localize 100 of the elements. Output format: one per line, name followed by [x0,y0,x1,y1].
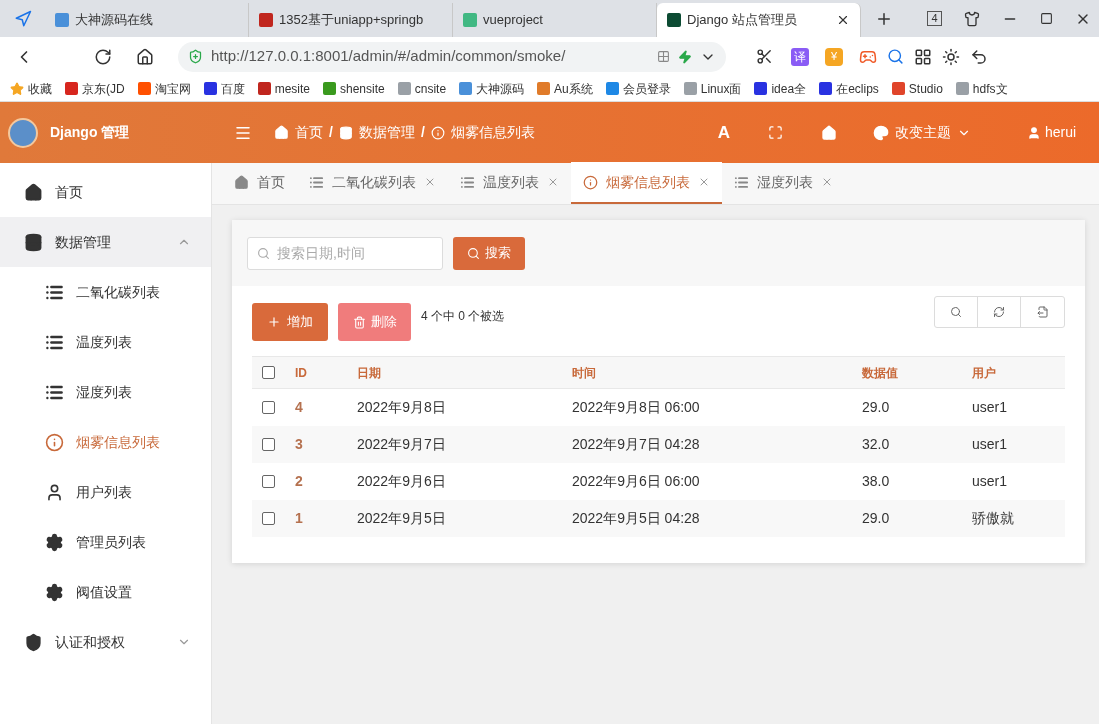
table-cell-text: 2022年9月8日 [357,398,447,417]
undo-icon[interactable] [970,47,988,66]
maximize-icon[interactable] [1040,12,1053,25]
logo-icon [8,117,38,148]
palette-icon [873,124,889,141]
grid-icon[interactable] [914,47,932,66]
home-icon [234,174,249,190]
sidebar-item[interactable]: 温度列表 [0,317,211,367]
database-icon [24,232,43,252]
bookmark[interactable]: hdfs文 [955,79,1008,98]
table-cell-text: 2022年9月5日 [357,509,447,528]
page-tab[interactable]: 首页 [222,162,297,204]
home-icon[interactable] [136,47,154,66]
list-icon [460,174,475,190]
column-header[interactable]: 用户 [972,363,1065,382]
bookmark[interactable]: Au系统 [537,79,593,98]
id-link[interactable]: 4 [295,397,357,418]
shirt-icon[interactable] [964,10,980,27]
sidebar-item[interactable]: 首页 [0,167,211,217]
sidebar-item[interactable]: 二氧化碳列表 [0,267,211,317]
column-header[interactable]: 日期 [357,363,572,382]
table-cell-text: 38.0 [862,472,891,491]
list-icon [734,174,749,190]
sidebar-item[interactable]: 认证和授权 [0,617,211,667]
table-cell-text: 29.0 [862,398,891,417]
bookmark[interactable]: Linux面 [683,79,742,98]
sidebar-item[interactable]: 阀值设置 [0,567,211,617]
plus-icon [267,315,281,329]
sun-icon[interactable] [942,47,960,66]
shield-icon [188,49,203,64]
id-link[interactable]: 1 [295,508,357,529]
bookmark[interactable]: 收藏 [10,79,52,98]
shield-icon [24,632,43,652]
bookmark[interactable]: idea全 [754,79,807,98]
breadcrumb-separator: / [420,123,425,142]
scissors-icon[interactable] [756,48,773,65]
address-field[interactable]: http://127.0.0.1:8001/admin/#/admin/common/smoke/ [178,41,726,72]
home-icon [24,182,43,202]
info-icon [45,432,64,452]
search-field[interactable]: 搜索日期,时间 [247,236,443,270]
bookmark[interactable]: 百度 [203,79,245,98]
reload-icon[interactable] [94,47,112,66]
bookmark[interactable]: 在eclips [819,79,879,98]
close-icon[interactable] [836,13,850,27]
lightning-icon[interactable] [678,49,692,64]
checkbox[interactable] [262,512,275,525]
bookmark[interactable]: 淘宝网 [137,79,191,98]
user-icon [1027,125,1041,140]
bookmark[interactable]: mesite [257,79,310,98]
breadcrumb-separator: / [329,123,333,142]
column-header[interactable]: ID [295,363,357,382]
page-tab[interactable]: 湿度列表 [722,162,845,204]
sidebar-item[interactable]: 烟雾信息列表 [0,417,211,467]
table-cell-text: 29.0 [862,509,891,528]
checkbox[interactable] [262,366,275,379]
sidebar-item[interactable]: 湿度列表 [0,367,211,417]
navigation-icon[interactable] [13,9,32,28]
search-icon[interactable] [887,48,904,65]
table-cell-text: 32.0 [862,435,891,454]
user-icon [45,482,64,502]
table-cell-text: user1 [972,435,1009,454]
id-link[interactable]: 2 [295,471,357,492]
gear-icon [45,532,64,552]
bookmark[interactable]: 大神源码 [459,79,525,98]
bookmark[interactable]: shensite [323,79,385,98]
info-icon [430,125,445,140]
info-icon [583,174,598,190]
browser-tab[interactable]: Django 站点管理员 [657,3,861,37]
id-link[interactable]: 3 [295,434,357,455]
selection-count: 4 个中 0 个被选 [421,308,505,325]
table-cell-text: 2022年9月6日 [357,472,447,491]
search-icon [467,246,480,260]
checkbox[interactable] [262,475,275,488]
column-header[interactable]: 数据值 [862,363,972,382]
tab-count[interactable]: 4 [927,11,942,26]
home-icon [274,125,289,140]
database-icon [338,125,353,140]
table-cell-text: 2022年9月5日 04:28 [572,509,701,528]
page-tab[interactable]: 二氧化碳列表 [297,162,448,204]
checkbox[interactable] [262,401,275,414]
sidebar-item[interactable]: 用户列表 [0,467,211,517]
table-cell-text: 2022年9月6日 06:00 [572,472,701,491]
column-header[interactable]: 时间 [572,363,862,382]
translate-button[interactable]: 译 [791,47,809,66]
search-icon [257,246,270,260]
trash-icon [352,315,366,329]
table-cell-text: 2022年9月7日 [357,435,447,454]
page-tab[interactable]: 烟雾信息列表 [571,162,722,204]
sidebar-item[interactable]: 数据管理 [0,217,211,267]
table-cell-text: 骄傲就 [972,509,1015,528]
bookmark[interactable]: Studio [891,79,943,98]
page-tab[interactable]: 温度列表 [448,162,571,204]
sidebar-item[interactable]: 管理员列表 [0,517,211,567]
bookmark[interactable]: 会员登录 [605,79,671,98]
bookmark[interactable]: cnsite [397,79,447,98]
table-cell-text: 2022年9月7日 04:28 [572,435,701,454]
checkbox[interactable] [262,438,275,451]
table-cell-text: 2022年9月8日 06:00 [572,398,701,417]
list-icon [309,174,324,190]
bookmark[interactable]: 京东(JD [65,79,125,98]
